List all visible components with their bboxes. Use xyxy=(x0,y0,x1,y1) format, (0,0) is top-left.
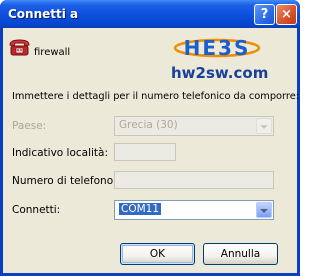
country-label: Paese: xyxy=(12,120,47,132)
connection-name: firewall xyxy=(34,47,71,58)
dialog-body: firewall HE3S hw2sw.com Immettere i dett… xyxy=(3,28,300,273)
connect-value: COM11 xyxy=(119,203,162,215)
country-select[interactable]: Grecia (30) xyxy=(114,116,274,136)
ok-button[interactable]: OK xyxy=(120,243,195,265)
cancel-button[interactable]: Annulla xyxy=(203,243,278,265)
instructions-text: Immettere i dettagli per il numero telef… xyxy=(12,91,300,102)
country-value: Grecia (30) xyxy=(119,119,178,131)
chevron-down-icon[interactable] xyxy=(256,202,272,218)
close-icon[interactable]: × xyxy=(276,4,297,25)
logo-text: hw2sw.com xyxy=(171,64,269,82)
connect-select[interactable]: COM11 xyxy=(114,200,274,220)
help-icon[interactable]: ? xyxy=(254,4,275,25)
title-bar[interactable]: Connetti a ? × xyxy=(0,0,300,28)
chevron-down-icon[interactable] xyxy=(256,118,272,134)
phone-number-input[interactable] xyxy=(114,171,274,189)
hw2sw-logo-mark: HE3S xyxy=(173,36,261,60)
phone-number-label: Numero di telefono: xyxy=(12,175,117,187)
dialog-window: Connetti a ? × firewall HE3S hw2sw.com I… xyxy=(0,0,300,276)
area-code-input[interactable] xyxy=(114,143,176,161)
telephone-icon xyxy=(9,39,30,56)
area-code-label: Indicativo località: xyxy=(12,147,109,159)
connect-label: Connetti: xyxy=(12,204,61,216)
logo-mark-text: HE3S xyxy=(184,36,251,60)
window-title: Connetti a xyxy=(8,7,79,21)
